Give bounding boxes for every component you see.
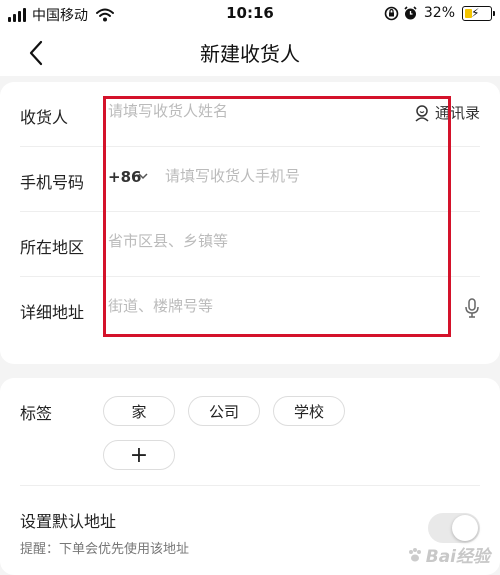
tags-card: 标签 家 公司 学校 + 设置默认地址 提醒：下单会优先使用该地址 Bai经验 (0, 378, 500, 575)
contacts-button[interactable]: 通讯录 (413, 102, 480, 123)
receiver-name-input[interactable] (108, 102, 388, 120)
default-address-hint: 提醒：下单会优先使用该地址 (20, 542, 190, 557)
baidu-watermark: Bai经验 (407, 542, 490, 567)
phone-number-input[interactable] (165, 167, 405, 185)
battery-percent: 32% (423, 5, 455, 21)
region-label: 所在地区 (20, 238, 85, 257)
region-row: 所在地区 (20, 212, 480, 277)
alarm-icon (404, 5, 417, 19)
tag-chip-home[interactable]: 家 (103, 396, 175, 426)
receiver-label: 收货人 (20, 108, 69, 127)
tag-chip-school[interactable]: 学校 (273, 396, 345, 426)
battery-charging-icon: ⚡ (462, 5, 495, 21)
paw-icon (408, 547, 421, 561)
tags-label: 标签 (20, 404, 53, 423)
add-tag-button[interactable]: + (103, 440, 175, 470)
address-form: 收货人 通讯录 手机号码 +86 所在地区 详细地址 (0, 82, 500, 364)
page-title: 新建收货人 (200, 42, 300, 66)
contacts-label: 通讯录 (434, 104, 480, 122)
microphone-icon[interactable] (464, 297, 480, 319)
screen-lock-icon (384, 6, 399, 20)
default-address-toggle[interactable] (428, 513, 480, 543)
phone-row: 手机号码 +86 (20, 147, 480, 212)
status-right: 32% ⚡ (384, 5, 495, 21)
chevron-down-icon[interactable] (138, 173, 148, 180)
region-input[interactable] (108, 232, 388, 250)
divider (20, 485, 480, 486)
receiver-row: 收货人 通讯录 (20, 82, 480, 147)
nav-bar: 新建收货人 (0, 28, 500, 76)
watermark-text: Bai经验 (425, 547, 490, 567)
country-code-selector[interactable]: +86 (108, 168, 141, 186)
address-detail-input[interactable] (108, 297, 388, 315)
contact-person-icon (415, 104, 429, 122)
tag-chip-company[interactable]: 公司 (188, 396, 260, 426)
address-label: 详细地址 (20, 303, 85, 322)
status-bar: 中国移动 10:16 32% ⚡ (0, 0, 500, 28)
toggle-knob (452, 515, 478, 541)
phone-label: 手机号码 (20, 173, 85, 192)
default-address-title: 设置默认地址 (20, 512, 117, 531)
address-row: 详细地址 (20, 277, 480, 342)
